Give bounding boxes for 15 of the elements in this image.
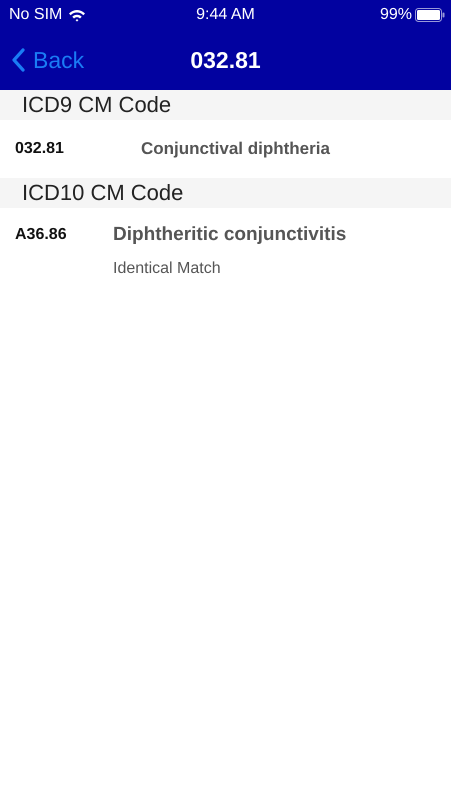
status-time: 9:44 AM [196, 6, 255, 24]
wifi-icon [68, 8, 86, 22]
description-text: Diphtheritic conjunctivitis [113, 224, 346, 246]
chevron-left-icon [11, 48, 25, 72]
section-header: ICD9 CM Code [0, 90, 451, 120]
back-button[interactable]: Back [0, 46, 84, 74]
nav-title: 032.81 [190, 46, 261, 74]
section-header: ICD10 CM Code [0, 178, 451, 208]
battery-icon [415, 8, 445, 22]
code-text: A36.86 [15, 225, 68, 244]
description-text: Conjunctival diphtheria [141, 139, 330, 159]
match-note: Identical Match [113, 260, 222, 278]
carrier: No SIM [9, 6, 62, 24]
code-text: 032.81 [15, 140, 65, 158]
battery-percent: 99% [380, 6, 412, 24]
